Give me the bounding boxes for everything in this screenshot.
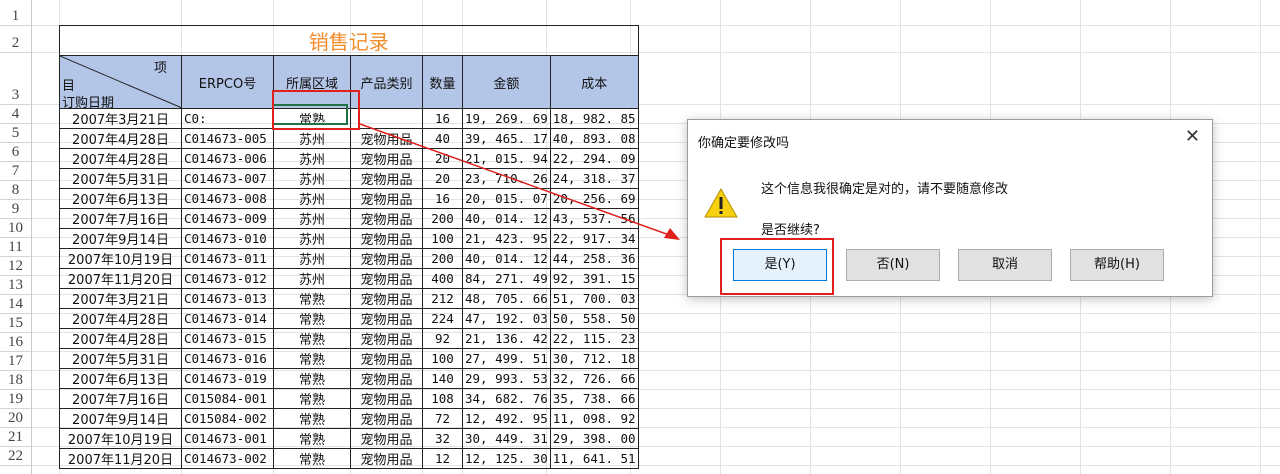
highlight-box-yes-button — [720, 238, 834, 295]
no-button[interactable]: 否(N) — [846, 249, 940, 281]
dialog-title: 你确定要修改吗 — [698, 136, 790, 151]
cancel-button[interactable]: 取消 — [958, 249, 1052, 281]
close-icon[interactable]: ✕ — [1185, 126, 1200, 147]
help-button[interactable]: 帮助(H) — [1070, 249, 1164, 281]
warning-icon — [704, 188, 738, 218]
dialog-message: 这个信息我很确定是对的，请不要随意修改 — [761, 182, 1009, 197]
dialog-question: 是否继续? — [761, 223, 820, 238]
